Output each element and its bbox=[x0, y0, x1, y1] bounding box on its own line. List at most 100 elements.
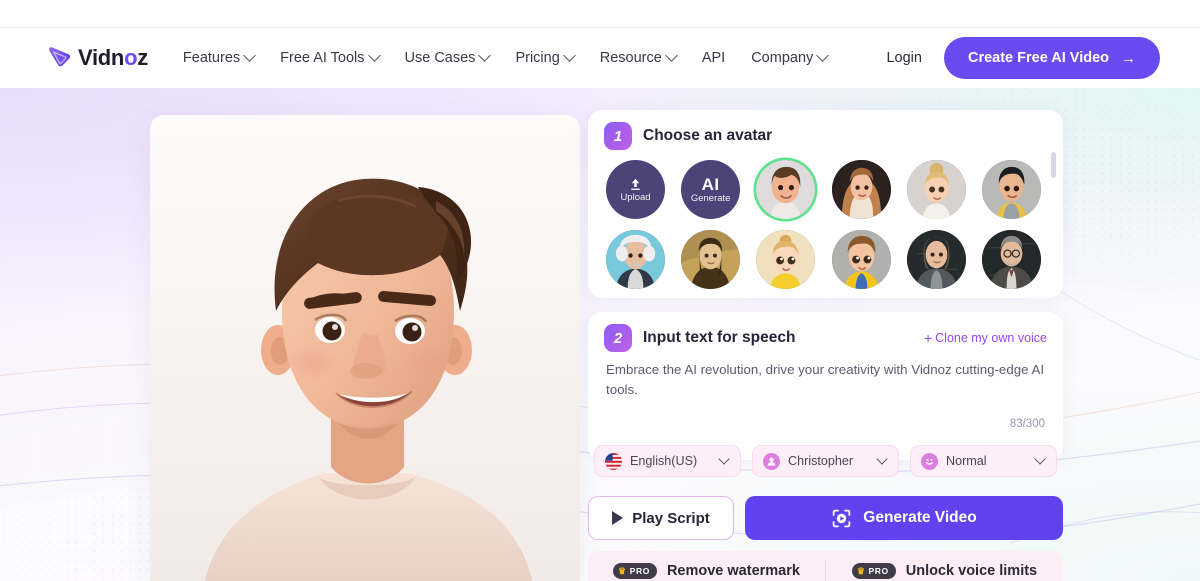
character-counter: 83/300 bbox=[1009, 418, 1045, 430]
chevron-down-icon bbox=[562, 48, 576, 62]
plus-icon: + bbox=[923, 330, 933, 346]
arrow-right-icon: → bbox=[1121, 49, 1136, 67]
nav-label: Company bbox=[751, 50, 814, 66]
remove-watermark-item[interactable]: ♛ PRO Remove watermark bbox=[588, 551, 825, 581]
pro-badge: ♛ PRO bbox=[851, 563, 896, 579]
nav-label: Features bbox=[182, 50, 241, 66]
long-hair-woman-cartoon-icon bbox=[831, 160, 891, 219]
step-2-badge: 2 bbox=[604, 324, 632, 352]
avatar-preview-panel bbox=[150, 115, 580, 581]
avatar-scrollbar-thumb[interactable] bbox=[1051, 152, 1056, 178]
language-selector[interactable]: English(US) bbox=[594, 445, 741, 477]
nav-item-api[interactable]: API bbox=[689, 42, 738, 74]
vidnoz-v-logo-icon bbox=[46, 44, 74, 72]
nav-links: Features Free AI Tools Use Cases Pricing… bbox=[170, 42, 840, 74]
cta-label: Create Free AI Video bbox=[967, 50, 1109, 66]
teacher-woman-photo-icon bbox=[906, 230, 966, 289]
brand-logo[interactable]: Vidnoz bbox=[46, 44, 148, 72]
boy-yellow-jacket-cartoon-icon bbox=[831, 230, 891, 289]
avatar-grid: Upload AI Generate bbox=[588, 154, 1063, 289]
avatar-option-long-hair-woman[interactable] bbox=[831, 160, 891, 219]
pro-features-row: ♛ PRO Remove watermark ♛ PRO Unlock voic… bbox=[588, 551, 1063, 581]
black-hair-boy-cartoon-icon bbox=[981, 160, 1041, 219]
nav-label: Resource bbox=[599, 50, 662, 66]
main-navbar: Vidnoz Features Free AI Tools Use Cases … bbox=[0, 28, 1200, 88]
avatar-preview-image bbox=[150, 115, 580, 581]
login-link[interactable]: Login bbox=[886, 50, 921, 66]
clone-my-own-voice-link[interactable]: + Clone my own voice bbox=[924, 331, 1047, 345]
ai-generate-avatar-button[interactable]: AI Generate bbox=[681, 160, 741, 219]
nav-label: Free AI Tools bbox=[280, 50, 365, 66]
nav-item-use-cases[interactable]: Use Cases bbox=[392, 42, 503, 74]
avatar-option-professor-man[interactable] bbox=[981, 230, 1041, 289]
nav-right-group: Login Create Free AI Video → bbox=[886, 37, 1160, 79]
einstein-portrait-icon bbox=[606, 230, 665, 289]
unlock-voice-limits-label: Unlock voice limits bbox=[905, 563, 1038, 579]
nav-label: Pricing bbox=[515, 50, 560, 66]
voice-settings-row: English(US) Christopher Normal bbox=[588, 445, 1063, 477]
nav-label: Use Cases bbox=[404, 50, 476, 66]
blonde-bun-girl-cartoon-icon bbox=[906, 160, 966, 219]
avatar-scrollbar[interactable] bbox=[1051, 152, 1056, 292]
top-strip bbox=[0, 0, 1200, 28]
nav-item-resource[interactable]: Resource bbox=[587, 42, 689, 74]
hero-stage: i View the full animated version after e… bbox=[0, 88, 1200, 581]
mona-lisa-portrait-icon bbox=[681, 230, 741, 289]
nav-item-company[interactable]: Company bbox=[738, 42, 840, 74]
script-textarea[interactable]: Embrace the AI revolution, drive your cr… bbox=[588, 356, 1063, 400]
brand-name: Vidnoz bbox=[78, 45, 148, 70]
upload-label: Upload bbox=[620, 191, 651, 203]
generate-video-label: Generate Video bbox=[863, 509, 977, 526]
professor-man-photo-icon bbox=[981, 230, 1041, 289]
chevron-down-icon bbox=[367, 48, 381, 62]
avatar-option-black-hair-boy[interactable] bbox=[981, 160, 1041, 219]
remove-watermark-label: Remove watermark bbox=[666, 563, 800, 579]
chevron-down-icon bbox=[664, 48, 678, 62]
nav-item-free-ai-tools[interactable]: Free AI Tools bbox=[267, 42, 391, 74]
chevron-down-icon bbox=[718, 453, 730, 465]
avatar-option-teacher-woman[interactable] bbox=[906, 230, 966, 289]
avatar-option-mona-lisa[interactable] bbox=[681, 230, 741, 289]
video-capture-icon bbox=[833, 509, 851, 527]
play-script-button[interactable]: Play Script bbox=[588, 496, 734, 540]
play-triangle-icon bbox=[612, 511, 624, 525]
unlock-voice-limits-item[interactable]: ♛ PRO Unlock voice limits bbox=[826, 551, 1063, 581]
ai-generate-big-label: AI bbox=[701, 174, 720, 194]
choose-avatar-card: 1 Choose an avatar Upload AI Generate bbox=[588, 110, 1063, 298]
crown-icon: ♛ bbox=[856, 565, 866, 576]
input-text-card: 2 Input text for speech + Clone my own v… bbox=[588, 312, 1063, 477]
create-free-ai-video-button[interactable]: Create Free AI Video → bbox=[943, 37, 1160, 79]
nav-item-features[interactable]: Features bbox=[170, 42, 267, 74]
input-text-title: Input text for speech bbox=[643, 329, 796, 346]
language-value: English(US) bbox=[630, 454, 698, 468]
ai-generate-sub-label: Generate bbox=[690, 192, 731, 204]
avatar-option-young-man[interactable] bbox=[756, 160, 816, 219]
generate-video-button[interactable]: Generate Video bbox=[745, 496, 1063, 540]
avatar-option-boy-yellow-jacket[interactable] bbox=[831, 230, 891, 289]
nav-item-pricing[interactable]: Pricing bbox=[502, 42, 586, 74]
pro-badge-label: PRO bbox=[629, 566, 650, 576]
voice-selector[interactable]: Christopher bbox=[752, 445, 899, 477]
girl-yellow-dress-cartoon-icon bbox=[756, 230, 816, 289]
clone-link-label: Clone my own voice bbox=[935, 331, 1047, 345]
nav-label: API bbox=[701, 50, 726, 66]
avatar-option-einstein[interactable] bbox=[606, 230, 665, 289]
us-flag-icon bbox=[605, 452, 622, 470]
style-selector[interactable]: Normal bbox=[910, 445, 1057, 477]
pro-badge: ♛ PRO bbox=[613, 563, 657, 579]
chevron-down-icon bbox=[243, 48, 257, 62]
avatar-option-girl-yellow-dress[interactable] bbox=[756, 230, 816, 289]
upload-avatar-button[interactable]: Upload bbox=[606, 160, 665, 219]
play-script-label: Play Script bbox=[632, 509, 710, 527]
pro-badge-label: PRO bbox=[868, 566, 889, 576]
editor-column: 1 Choose an avatar Upload AI Generate 2 … bbox=[588, 110, 1063, 581]
upload-arrow-icon bbox=[631, 178, 640, 190]
input-text-header: 2 Input text for speech + Clone my own v… bbox=[588, 312, 1063, 356]
avatar-option-blonde-bun-girl[interactable] bbox=[906, 160, 966, 219]
person-avatar-icon bbox=[763, 452, 780, 470]
chevron-down-icon bbox=[816, 48, 830, 62]
action-buttons-row: Play Script Generate Video bbox=[588, 496, 1063, 540]
style-value: Normal bbox=[946, 454, 987, 468]
smiley-face-icon bbox=[921, 452, 938, 470]
crown-icon: ♛ bbox=[618, 565, 627, 576]
